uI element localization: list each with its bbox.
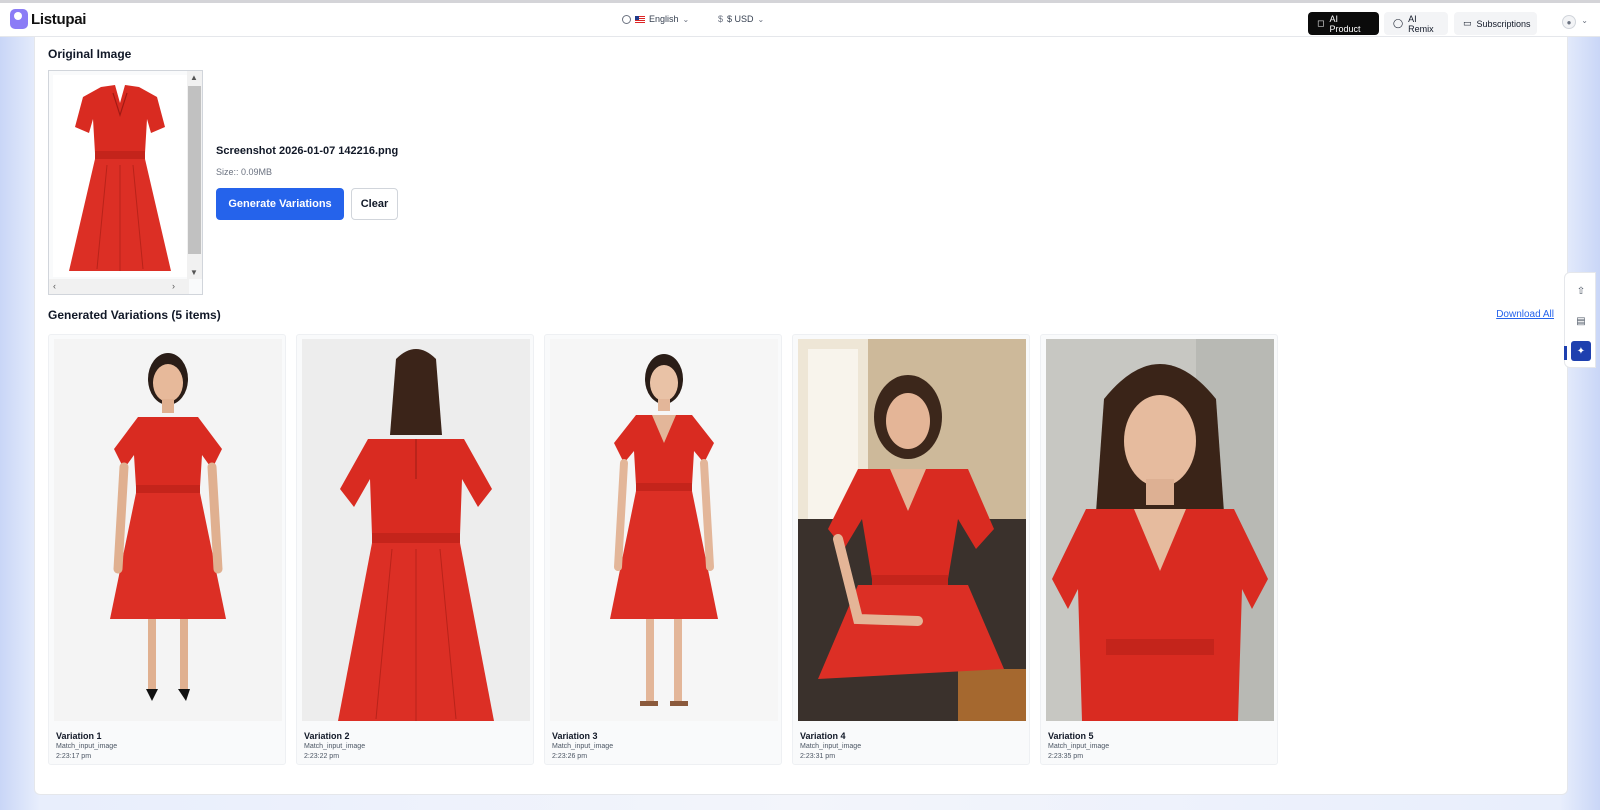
variation-time: 2:23:31 pm (800, 753, 836, 760)
floating-toolbar: ⇧ ▤ ✦ (1564, 272, 1596, 368)
dollar-icon: $ (718, 14, 724, 24)
variation-image[interactable] (550, 339, 778, 721)
ai-product-label: AI Product (1329, 13, 1361, 34)
language-label: English (649, 14, 679, 24)
variation-card[interactable]: Variation 4 Match_input_image 2:23:31 pm (792, 334, 1030, 765)
magic-wand-icon[interactable]: ✦ (1571, 341, 1591, 361)
variation-style: Match_input_image (304, 743, 366, 750)
user-avatar[interactable]: ● (1562, 15, 1576, 29)
variation-card[interactable]: Variation 1 Match_input_image 2:23:17 pm (48, 334, 286, 765)
variation-style: Match_input_image (56, 743, 118, 750)
document-icon[interactable]: ▤ (1571, 311, 1591, 331)
active-tool-indicator (1564, 346, 1567, 360)
variation-card[interactable]: Variation 5 Match_input_image 2:23:35 pm (1040, 334, 1278, 765)
original-image (53, 75, 187, 277)
variation-title: Variation 1 (56, 731, 102, 741)
scroll-left-icon[interactable]: ‹ (53, 281, 56, 291)
chevron-down-icon: ⌄ (682, 14, 690, 24)
file-name: Screenshot 2026-01-07 142216.png (216, 145, 399, 157)
ai-remix-button[interactable]: ◯ AI Remix (1384, 12, 1448, 35)
subscriptions-button[interactable]: ▭ Subscriptions (1454, 12, 1537, 35)
variation-card[interactable]: Variation 2 Match_input_image 2:23:22 pm (296, 334, 534, 765)
chevron-down-icon: ⌄ (757, 14, 765, 24)
language-select[interactable]: English ⌄ (622, 14, 689, 24)
variation-style: Match_input_image (800, 743, 862, 750)
currency-select[interactable]: $ $ USD ⌄ (718, 14, 764, 24)
user-icon: ● (1566, 17, 1572, 27)
main-panel: Original Image ▲ ▼ ‹ › Screenshot 2026-0… (34, 37, 1568, 795)
variation-title: Variation 2 (304, 731, 350, 741)
variation-title: Variation 4 (800, 731, 846, 741)
clear-button[interactable]: Clear (351, 188, 398, 220)
subscriptions-label: Subscriptions (1476, 18, 1531, 29)
variation-style: Match_input_image (1048, 743, 1110, 750)
variation-time: 2:23:17 pm (56, 753, 92, 760)
variation-time: 2:23:26 pm (552, 753, 588, 760)
chevron-down-icon[interactable]: ⌄ (1581, 16, 1588, 25)
variation-image[interactable] (1046, 339, 1274, 721)
variation-time: 2:23:35 pm (1048, 753, 1084, 760)
variation-image[interactable] (798, 339, 1026, 721)
variation-image[interactable] (302, 339, 530, 721)
horizontal-scrollbar[interactable]: ‹ › (49, 279, 189, 294)
ai-product-button[interactable]: ◻ AI Product (1308, 12, 1379, 35)
tag-icon: ◯ (1393, 18, 1404, 28)
scroll-thumb[interactable] (188, 86, 201, 254)
us-flag-icon (635, 15, 645, 23)
variation-title: Variation 5 (1048, 731, 1094, 741)
generated-variations-title: Generated Variations (5 items) (48, 308, 221, 322)
variation-title: Variation 3 (552, 731, 598, 741)
file-size: Size:: 0.09MB (216, 167, 273, 177)
logo-text: Listupai (31, 10, 87, 28)
scroll-up-icon[interactable]: ▲ (190, 73, 198, 82)
variation-card[interactable]: Variation 3 Match_input_image 2:23:26 pm (544, 334, 782, 765)
original-image-preview[interactable]: ▲ ▼ ‹ › (48, 70, 203, 295)
globe-icon (622, 14, 631, 24)
variation-time: 2:23:22 pm (304, 753, 340, 760)
generate-variations-button[interactable]: Generate Variations (216, 188, 344, 220)
download-all-link[interactable]: Download All (1496, 309, 1554, 320)
scroll-down-icon[interactable]: ▼ (190, 268, 198, 277)
card-icon: ▭ (1463, 18, 1472, 28)
variation-style: Match_input_image (552, 743, 614, 750)
box-icon: ◻ (1317, 18, 1325, 28)
ai-remix-label: AI Remix (1408, 13, 1434, 34)
variations-grid: Variation 1 Match_input_image 2:23:17 pm… (48, 334, 1278, 765)
vertical-scrollbar[interactable]: ▲ ▼ (187, 71, 202, 279)
currency-label: $ USD (727, 14, 754, 24)
logo[interactable]: Listupai (10, 9, 86, 29)
original-image-title: Original Image (48, 47, 132, 61)
variation-image[interactable] (54, 339, 282, 721)
upload-icon[interactable]: ⇧ (1571, 281, 1591, 301)
top-bar: Listupai English ⌄ $ $ USD ⌄ ◻ AI Produc… (0, 0, 1600, 37)
scroll-right-icon[interactable]: › (172, 281, 175, 291)
logo-icon (10, 9, 28, 29)
